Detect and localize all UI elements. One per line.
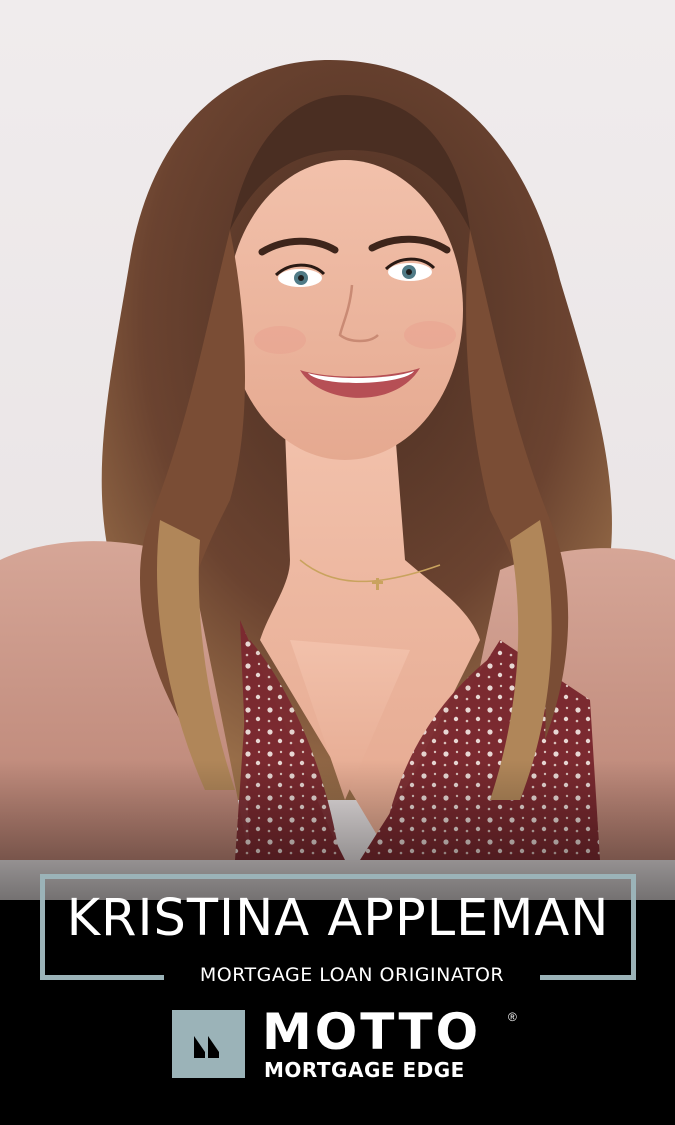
brand-name: MOTTO [262, 1003, 482, 1061]
agent-profile-card: KRISTINA APPLEMAN MORTGAGE LOAN ORIGINAT… [0, 0, 675, 1125]
name-frame-bottom-right [540, 975, 636, 980]
brand-subtitle: MORTGAGE EDGE [264, 1058, 465, 1082]
motto-logo-icon [172, 1010, 245, 1078]
agent-title: MORTGAGE LOAN ORIGINATOR [199, 964, 505, 986]
name-frame-bottom-left [40, 975, 164, 980]
registered-mark: ® [508, 1010, 517, 1024]
agent-name: KRISTINA APPLEMAN [66, 889, 610, 948]
